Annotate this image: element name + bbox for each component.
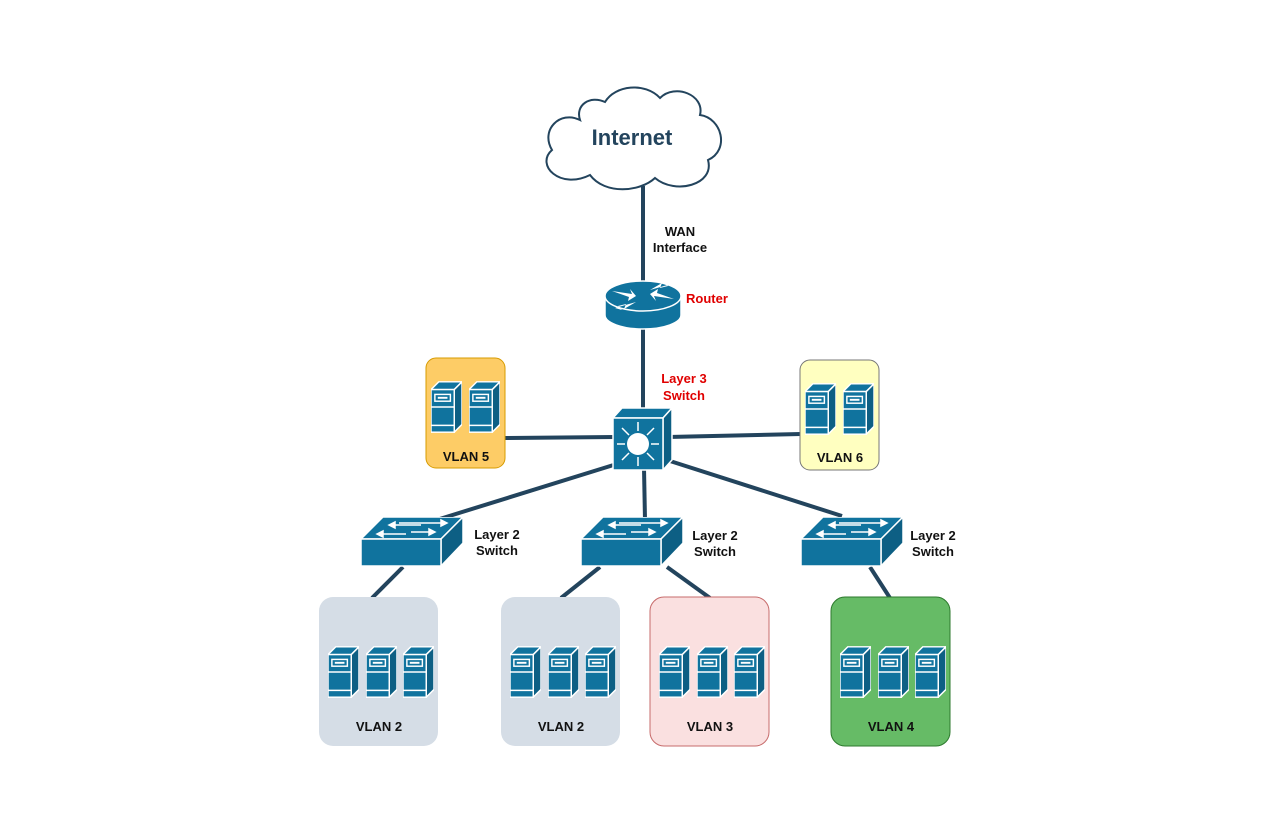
link-l3-l2left — [429, 461, 621, 524]
vlan6-group[interactable]: VLAN 6 — [799, 359, 880, 471]
l2switch-label-line1: Layer 2 — [474, 527, 520, 542]
server-icon — [469, 381, 500, 433]
network-diagram: Internet WAN Interface Router Layer 3 Sw… — [319, 86, 956, 747]
router-label: Router — [686, 291, 728, 306]
l2switch-label-line2: Switch — [912, 544, 954, 559]
layer2-switch-right[interactable]: Layer 2 Switch — [801, 517, 956, 567]
vlan2a-label: VLAN 2 — [356, 719, 402, 734]
server-icon — [843, 383, 874, 435]
link-l3-l2mid — [642, 467, 647, 521]
router[interactable]: Router — [604, 280, 728, 330]
layer3-switch[interactable]: Layer 3 Switch — [611, 371, 707, 472]
router-icon — [604, 280, 682, 330]
server-icon — [734, 646, 765, 698]
server-icon — [659, 646, 690, 698]
link-l2left-vlan2a — [370, 565, 405, 600]
server-icon — [697, 646, 728, 698]
vlan5-group[interactable]: VLAN 5 — [425, 357, 506, 469]
server-icon — [805, 383, 836, 435]
layer3-switch-icon — [611, 406, 674, 472]
layer2-switch-left[interactable]: Layer 2 Switch — [361, 517, 520, 567]
vlan2b-label: VLAN 2 — [538, 719, 584, 734]
server-icon — [548, 646, 579, 698]
vlan4-label: VLAN 4 — [868, 719, 915, 734]
server-icon — [510, 646, 541, 698]
internet-label: Internet — [592, 125, 673, 150]
layer2-switch-icon — [361, 517, 463, 567]
layer2-switch-middle[interactable]: Layer 2 Switch — [581, 517, 738, 567]
layer2-switch-icon — [801, 517, 903, 567]
vlan2b-group[interactable]: VLAN 2 — [501, 597, 620, 746]
server-icon — [878, 646, 909, 698]
server-icon — [585, 646, 616, 698]
link-l2mid-vlan3 — [665, 565, 712, 600]
server-icon — [431, 381, 462, 433]
link-l3-vlan6 — [667, 432, 802, 439]
l2switch-label-line2: Switch — [694, 544, 736, 559]
vlan5-label: VLAN 5 — [443, 449, 489, 464]
l3switch-label-line2: Switch — [663, 388, 705, 403]
internet-cloud[interactable]: Internet — [545, 86, 722, 191]
layer2-switch-icon — [581, 517, 683, 567]
l2switch-label-line2: Switch — [476, 543, 518, 558]
server-icon — [403, 646, 434, 698]
l3switch-label-line1: Layer 3 — [661, 371, 707, 386]
server-icon — [840, 646, 871, 698]
server-icon — [366, 646, 397, 698]
server-icon — [915, 646, 946, 698]
vlan3-label: VLAN 3 — [687, 719, 733, 734]
link-l2mid-vlan2b — [559, 565, 602, 600]
link-l3-vlan5 — [504, 435, 616, 440]
vlan4-group[interactable]: VLAN 4 — [830, 596, 951, 747]
l2switch-label-line1: Layer 2 — [910, 528, 956, 543]
vlan3-group[interactable]: VLAN 3 — [649, 596, 770, 747]
vlan2a-group[interactable]: VLAN 2 — [319, 597, 438, 746]
wan-label-line2: Interface — [653, 240, 707, 255]
wan-label-line1: WAN — [665, 224, 695, 239]
server-icon — [328, 646, 359, 698]
l2switch-label-line1: Layer 2 — [692, 528, 738, 543]
link-l2right-vlan4 — [868, 565, 892, 600]
vlan6-label: VLAN 6 — [817, 450, 863, 465]
